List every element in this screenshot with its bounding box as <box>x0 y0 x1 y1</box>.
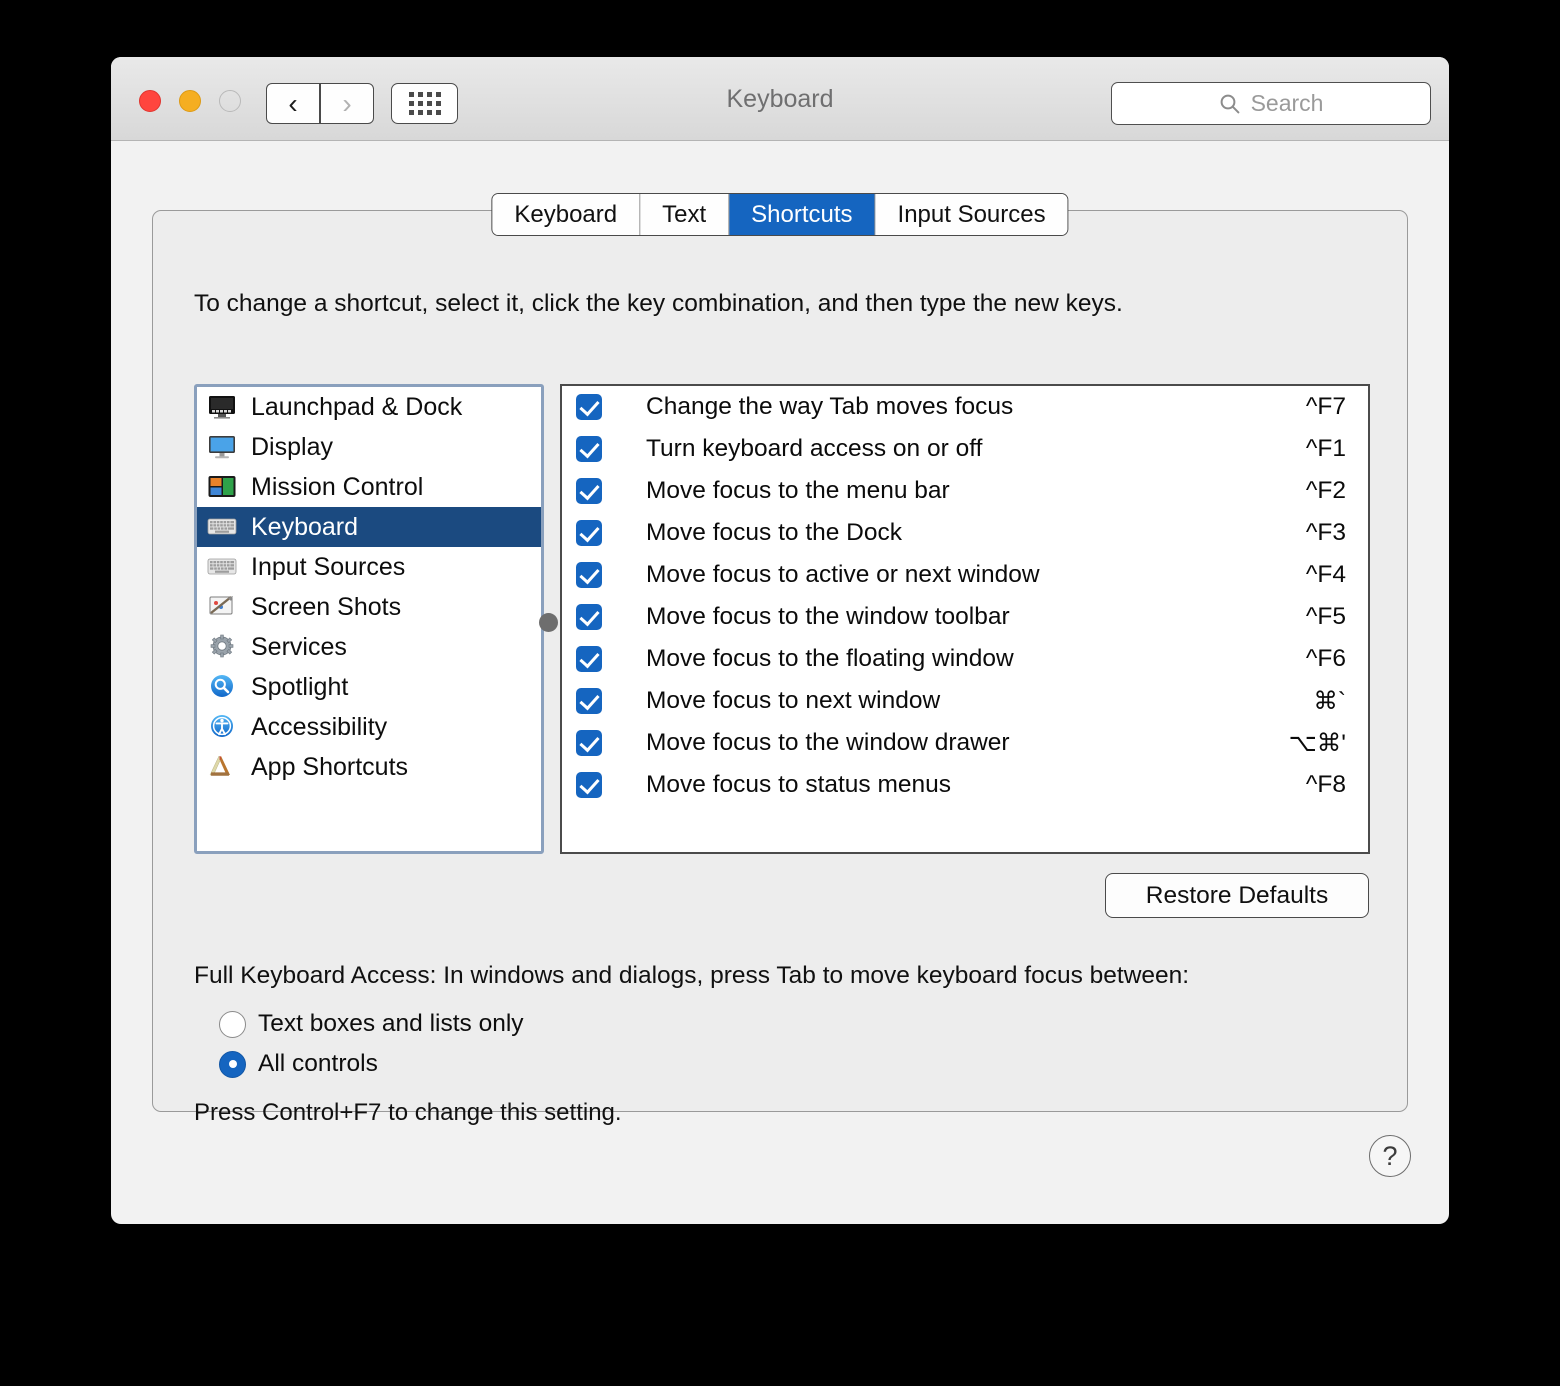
app-shortcuts-icon <box>207 754 237 780</box>
split-handle[interactable] <box>539 613 558 632</box>
shortcut-row[interactable]: Move focus to status menus ^F8 <box>562 764 1368 806</box>
shortcut-row[interactable]: Move focus to the floating window ^F6 <box>562 638 1368 680</box>
sidebar-item-label: Services <box>251 632 347 661</box>
keyboard-icon <box>207 514 237 540</box>
tab-shortcuts[interactable]: Shortcuts <box>729 194 876 235</box>
shortcut-label: Move focus to the Dock <box>646 519 903 546</box>
mission-control-icon <box>207 474 237 500</box>
full-keyboard-access-note: Press Control+F7 to change this setting. <box>194 1099 622 1126</box>
shortcut-label: Move focus to the window drawer <box>646 729 1010 756</box>
tab-input-sources[interactable]: Input Sources <box>875 194 1068 235</box>
tab-keyboard[interactable]: Keyboard <box>492 194 641 235</box>
shortcut-list[interactable]: Change the way Tab moves focus ^F7 Turn ke… <box>560 384 1370 854</box>
restore-defaults-button[interactable]: Restore Defaults <box>1105 873 1369 918</box>
launchpad-dock-icon <box>207 394 237 420</box>
shortcut-key-combination[interactable]: ^F8 <box>1306 771 1346 799</box>
shortcut-key-combination[interactable]: ^F7 <box>1306 393 1346 421</box>
sidebar-item-label: Spotlight <box>251 672 349 701</box>
shortcut-row[interactable]: Move focus to the window toolbar ^F5 <box>562 596 1368 638</box>
shortcut-label: Move focus to the window toolbar <box>646 603 1010 630</box>
shortcut-checkbox[interactable] <box>576 772 602 798</box>
services-gear-icon <box>207 634 237 660</box>
shortcut-checkbox[interactable] <box>576 604 602 630</box>
shortcuts-panel: To change a shortcut, select it, click t… <box>152 210 1408 1126</box>
shortcut-row[interactable]: Move focus to the window drawer ⌥⌘' <box>562 722 1368 764</box>
sidebar-item-label: Display <box>251 432 333 461</box>
sidebar-item-accessibility[interactable]: Accessibility <box>197 707 541 747</box>
screen-shots-icon <box>207 594 237 620</box>
shortcut-label: Change the way Tab moves focus <box>646 393 1014 420</box>
sidebar-item-label: Keyboard <box>251 512 359 541</box>
search-placeholder: Search <box>1250 90 1324 116</box>
shortcut-row[interactable]: Move focus to the Dock ^F3 <box>562 512 1368 554</box>
display-icon <box>207 434 237 460</box>
shortcut-key-combination[interactable]: ⌘` <box>1313 686 1346 716</box>
shortcut-label: Move focus to the floating window <box>646 645 1014 672</box>
input-sources-icon <box>207 554 237 580</box>
shortcut-row[interactable]: Move focus to active or next window ^F4 <box>562 554 1368 596</box>
sidebar-item-screen-shots[interactable]: Screen Shots <box>197 587 541 627</box>
shortcut-label: Turn keyboard access on or off <box>646 435 983 462</box>
shortcut-checkbox[interactable] <box>576 562 602 588</box>
sidebar-item-label: Mission Control <box>251 472 424 501</box>
sidebar-item-spotlight[interactable]: Spotlight <box>197 667 541 707</box>
accessibility-icon <box>207 714 237 740</box>
radio-button[interactable] <box>219 1050 246 1078</box>
tab-text[interactable]: Text <box>640 194 730 235</box>
shortcut-key-combination[interactable]: ^F1 <box>1306 435 1346 463</box>
tab-bar: Keyboard Text Shortcuts Input Sources <box>491 193 1069 236</box>
shortcut-label: Move focus to active or next window <box>646 561 1040 588</box>
shortcut-category-list[interactable]: Launchpad & Dock Display Mission Control Ke… <box>194 384 544 854</box>
instruction-text: To change a shortcut, select it, click t… <box>194 290 1123 317</box>
shortcut-checkbox[interactable] <box>576 646 602 672</box>
shortcut-key-combination[interactable]: ^F4 <box>1306 561 1346 589</box>
sidebar-item-label: Input Sources <box>251 552 406 581</box>
sidebar-item-services[interactable]: Services <box>197 627 541 667</box>
shortcut-key-combination[interactable]: ^F6 <box>1306 645 1346 673</box>
shortcut-label: Move focus to status menus <box>646 771 952 798</box>
spotlight-icon <box>207 674 237 700</box>
shortcut-row[interactable]: Change the way Tab moves focus ^F7 <box>562 386 1368 428</box>
shortcut-row[interactable]: Turn keyboard access on or off ^F1 <box>562 428 1368 470</box>
radio-all-controls[interactable]: All controls <box>219 1050 378 1078</box>
search-icon <box>1220 94 1239 113</box>
shortcut-key-combination[interactable]: ⌥⌘' <box>1289 728 1346 758</box>
shortcut-checkbox[interactable] <box>576 478 602 504</box>
sidebar-item-keyboard[interactable]: Keyboard <box>197 507 541 547</box>
help-button[interactable]: ? <box>1369 1135 1411 1177</box>
shortcut-checkbox[interactable] <box>576 394 602 420</box>
shortcut-checkbox[interactable] <box>576 520 602 546</box>
search-input[interactable]: Search <box>1111 82 1431 125</box>
shortcut-row[interactable]: Move focus to the menu bar ^F2 <box>562 470 1368 512</box>
shortcut-key-combination[interactable]: ^F3 <box>1306 519 1346 547</box>
sidebar-item-label: App Shortcuts <box>251 752 409 781</box>
sidebar-item-label: Launchpad & Dock <box>251 392 463 421</box>
sidebar-item-launchpad-dock[interactable]: Launchpad & Dock <box>197 387 541 427</box>
radio-label: All controls <box>258 1050 378 1077</box>
sidebar-item-display[interactable]: Display <box>197 427 541 467</box>
preferences-window: ‹ › Keyboard Search To change a shortcut… <box>111 57 1449 1224</box>
sidebar-item-input-sources[interactable]: Input Sources <box>197 547 541 587</box>
shortcut-label: Move focus to next window <box>646 687 941 714</box>
sidebar-item-label: Screen Shots <box>251 592 402 621</box>
sidebar-item-label: Accessibility <box>251 712 388 741</box>
radio-label: Text boxes and lists only <box>258 1010 524 1037</box>
shortcut-checkbox[interactable] <box>576 688 602 714</box>
shortcut-label: Move focus to the menu bar <box>646 477 950 504</box>
shortcut-row[interactable]: Move focus to next window ⌘` <box>562 680 1368 722</box>
shortcut-key-combination[interactable]: ^F2 <box>1306 477 1346 505</box>
window-titlebar: ‹ › Keyboard Search <box>111 57 1449 141</box>
sidebar-item-app-shortcuts[interactable]: App Shortcuts <box>197 747 541 787</box>
radio-button[interactable] <box>219 1010 246 1038</box>
sidebar-item-mission-control[interactable]: Mission Control <box>197 467 541 507</box>
radio-text-boxes-and-lists-only[interactable]: Text boxes and lists only <box>219 1010 524 1038</box>
shortcut-checkbox[interactable] <box>576 436 602 462</box>
shortcut-checkbox[interactable] <box>576 730 602 756</box>
full-keyboard-access-title: Full Keyboard Access: In windows and dia… <box>194 962 1190 989</box>
shortcut-key-combination[interactable]: ^F5 <box>1306 603 1346 631</box>
